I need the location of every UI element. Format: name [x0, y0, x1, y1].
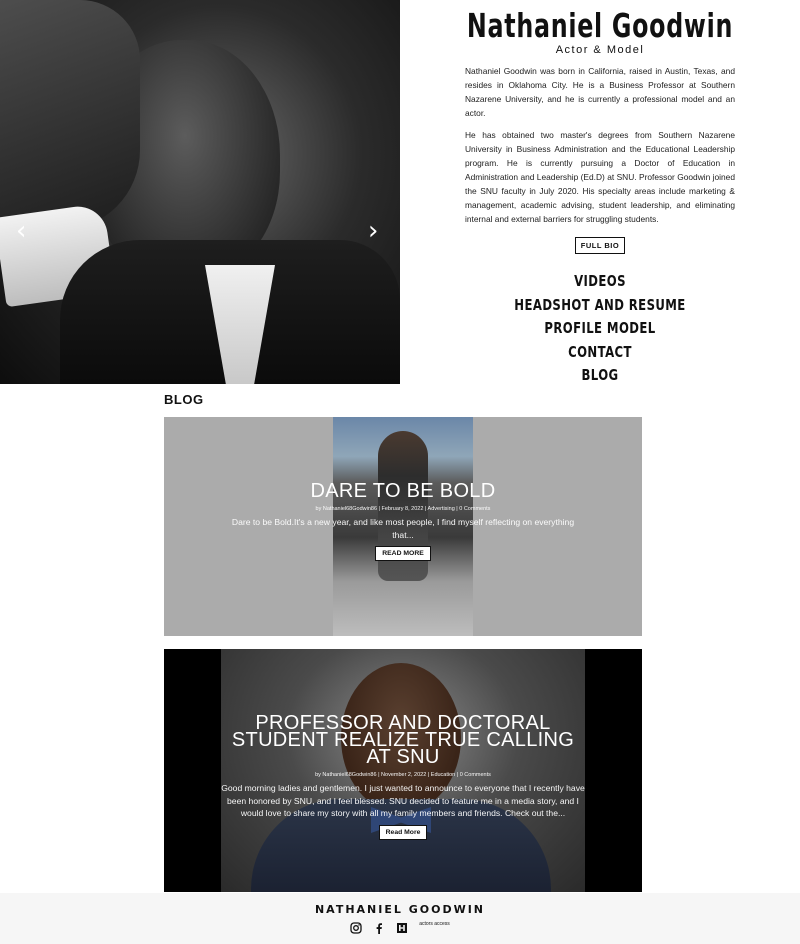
social-links: actors access	[0, 922, 800, 934]
actors-access-icon[interactable]: actors access	[419, 922, 450, 934]
nav-item-headshot-resume[interactable]: HEADSHOT AND RESUME	[495, 294, 706, 318]
read-more-button[interactable]: READ MORE	[375, 546, 431, 561]
bio-paragraph-2: He has obtained two master's degrees fro…	[465, 130, 735, 224]
hero-photo: ‹ ›	[0, 0, 400, 384]
bio-paragraph-1: Nathaniel Goodwin was born in California…	[465, 66, 735, 118]
blog-card-overlay: PROFESSOR AND DOCTORAL STUDENT REALIZE T…	[164, 713, 642, 840]
footer-name: NATHANIEL GOODWIN	[314, 903, 486, 916]
page-subtitle: Actor & Model	[555, 44, 645, 56]
read-more-button[interactable]: Read More	[378, 824, 428, 840]
main-nav: VIDEOS HEADSHOT AND RESUME PROFILE MODEL…	[465, 270, 735, 388]
carousel-next-icon[interactable]: ›	[368, 218, 378, 244]
blog-card[interactable]: PROFESSOR AND DOCTORAL STUDENT REALIZE T…	[164, 649, 642, 892]
full-bio-button[interactable]: FULL BIO	[574, 237, 626, 254]
facebook-icon[interactable]	[373, 922, 385, 934]
nav-item-blog[interactable]: BLOG	[495, 364, 706, 388]
blog-post-excerpt: Good morning ladies and gentlemen. I jus…	[221, 783, 585, 818]
blog-post-title[interactable]: DARE TO BE BOLD	[164, 481, 642, 501]
blog-post-title[interactable]: PROFESSOR AND DOCTORAL STUDENT REALIZE T…	[223, 713, 583, 767]
footer: NATHANIEL GOODWIN actors access	[0, 893, 800, 944]
portrait-hand	[0, 0, 140, 230]
imdb-icon[interactable]	[396, 922, 408, 934]
carousel-prev-icon[interactable]: ‹	[16, 218, 26, 244]
blog-card[interactable]: DARE TO BE BOLD by Nathaniel68Godwin86 |…	[164, 417, 642, 636]
blog-post-meta: by Nathaniel68Godwin86 | February 8, 202…	[315, 506, 491, 512]
blog-post-excerpt: Dare to be Bold.It's a new year, and lik…	[231, 517, 575, 540]
nav-item-profile-model[interactable]: PROFILE MODEL	[495, 317, 706, 341]
bio-panel: Nathaniel Goodwin Actor & Model Nathanie…	[465, 6, 735, 388]
instagram-icon[interactable]	[350, 922, 362, 934]
blog-card-overlay: DARE TO BE BOLD by Nathaniel68Godwin86 |…	[164, 481, 642, 561]
blog-post-meta: by Nathaniel68Godwin86 | November 2, 202…	[315, 772, 491, 778]
nav-item-contact[interactable]: CONTACT	[495, 341, 706, 365]
nav-item-videos[interactable]: VIDEOS	[495, 270, 706, 294]
page-title: Nathaniel Goodwin	[466, 6, 734, 45]
blog-heading: BLOG	[164, 392, 204, 407]
